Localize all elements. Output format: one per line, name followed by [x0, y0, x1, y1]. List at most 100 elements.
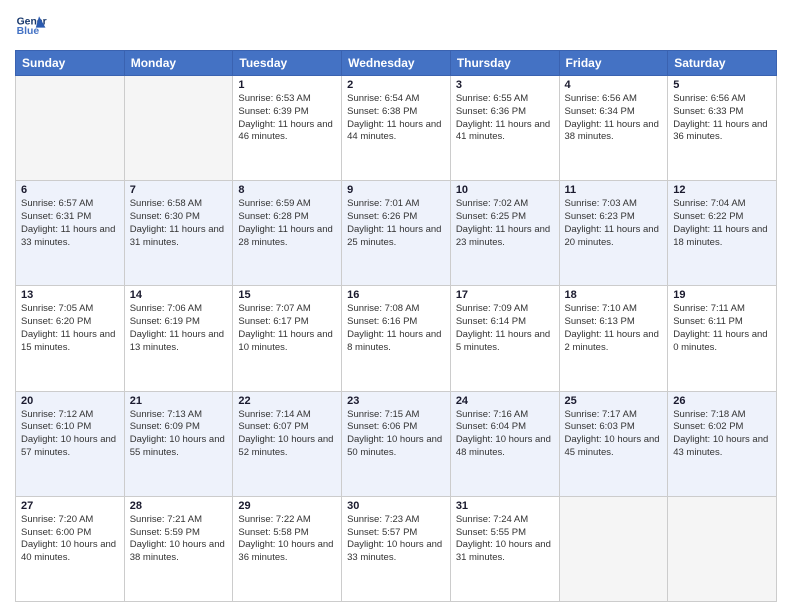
table-row: 27Sunrise: 7:20 AMSunset: 6:00 PMDayligh…: [16, 496, 125, 601]
day-details: Sunrise: 7:09 AMSunset: 6:14 PMDaylight:…: [456, 303, 554, 354]
table-row: 8 Sunrise: 6:59 AMSunset: 6:28 PMDaylight…: [233, 181, 342, 286]
table-row: 10 Sunrise: 7:02 AMSunset: 6:25 PMDayligh…: [450, 181, 559, 286]
day-number: 16: [347, 289, 445, 301]
day-details: Sunrise: 6:57 AMSunset: 6:31 PMDaylight:…: [21, 198, 119, 249]
day-number: 3: [456, 79, 554, 91]
table-row: 30 Sunrise: 7:23 AMSunset: 5:57 PMDayligh…: [342, 496, 451, 601]
table-row: 6 Sunrise: 6:57 AMSunset: 6:31 PMDaylight…: [16, 181, 125, 286]
day-details: Sunrise: 7:18 AMSunset: 6:02 PMDaylight:…: [673, 409, 771, 460]
calendar-table: Sunday Monday Tuesday Wednesday Thursday…: [15, 50, 777, 602]
table-row: 22Sunrise: 7:14 AMSunset: 6:07 PMDayligh…: [233, 391, 342, 496]
day-details: Sunrise: 7:24 AMSunset: 5:55 PMDaylight:…: [456, 514, 554, 565]
day-number: 29: [238, 500, 336, 512]
table-row: 20Sunrise: 7:12 AMSunset: 6:10 PMDayligh…: [16, 391, 125, 496]
day-number: 31: [456, 500, 554, 512]
table-row: 4 Sunrise: 6:56 AMSunset: 6:34 PMDaylight…: [559, 76, 668, 181]
day-details: Sunrise: 7:02 AMSunset: 6:25 PMDaylight:…: [456, 198, 554, 249]
day-details: Sunrise: 7:06 AMSunset: 6:19 PMDaylight:…: [130, 303, 228, 354]
day-details: Sunrise: 6:59 AMSunset: 6:28 PMDaylight:…: [238, 198, 336, 249]
table-row: 9Sunrise: 7:01 AMSunset: 6:26 PMDaylight…: [342, 181, 451, 286]
table-row: [16, 76, 125, 181]
day-details: Sunrise: 6:54 AMSunset: 6:38 PMDaylight:…: [347, 93, 445, 144]
day-number: 23: [347, 395, 445, 407]
day-details: Sunrise: 7:11 AMSunset: 6:11 PMDaylight:…: [673, 303, 771, 354]
calendar-week-row: 6 Sunrise: 6:57 AMSunset: 6:31 PMDaylight…: [16, 181, 777, 286]
table-row: 15Sunrise: 7:07 AMSunset: 6:17 PMDayligh…: [233, 286, 342, 391]
table-row: 19 Sunrise: 7:11 AMSunset: 6:11 PMDayligh…: [668, 286, 777, 391]
day-number: 5: [673, 79, 771, 91]
col-monday: Monday: [124, 51, 233, 76]
day-details: Sunrise: 7:15 AMSunset: 6:06 PMDaylight:…: [347, 409, 445, 460]
day-number: 15: [238, 289, 336, 301]
day-details: Sunrise: 6:53 AMSunset: 6:39 PMDaylight:…: [238, 93, 336, 144]
table-row: 23 Sunrise: 7:15 AMSunset: 6:06 PMDayligh…: [342, 391, 451, 496]
table-row: [559, 496, 668, 601]
day-number: 13: [21, 289, 119, 301]
day-details: Sunrise: 6:56 AMSunset: 6:34 PMDaylight:…: [565, 93, 663, 144]
col-saturday: Saturday: [668, 51, 777, 76]
table-row: 26 Sunrise: 7:18 AMSunset: 6:02 PMDayligh…: [668, 391, 777, 496]
day-details: Sunrise: 7:22 AMSunset: 5:58 PMDaylight:…: [238, 514, 336, 565]
logo-icon: General Blue: [15, 10, 47, 42]
table-row: 17 Sunrise: 7:09 AMSunset: 6:14 PMDayligh…: [450, 286, 559, 391]
table-row: 29 Sunrise: 7:22 AMSunset: 5:58 PMDayligh…: [233, 496, 342, 601]
day-details: Sunrise: 7:17 AMSunset: 6:03 PMDaylight:…: [565, 409, 663, 460]
table-row: 25 Sunrise: 7:17 AMSunset: 6:03 PMDayligh…: [559, 391, 668, 496]
day-number: 12: [673, 184, 771, 196]
day-details: Sunrise: 7:04 AMSunset: 6:22 PMDaylight:…: [673, 198, 771, 249]
day-number: 30: [347, 500, 445, 512]
table-row: 31 Sunrise: 7:24 AMSunset: 5:55 PMDayligh…: [450, 496, 559, 601]
day-number: 10: [456, 184, 554, 196]
day-number: 14: [130, 289, 228, 301]
table-row: 7 Sunrise: 6:58 AMSunset: 6:30 PMDaylight…: [124, 181, 233, 286]
day-number: 11: [565, 184, 663, 196]
col-sunday: Sunday: [16, 51, 125, 76]
col-friday: Friday: [559, 51, 668, 76]
day-number: 18: [565, 289, 663, 301]
table-row: 5 Sunrise: 6:56 AMSunset: 6:33 PMDaylight…: [668, 76, 777, 181]
table-row: 24Sunrise: 7:16 AMSunset: 6:04 PMDayligh…: [450, 391, 559, 496]
header: General Blue: [15, 10, 777, 42]
day-details: Sunrise: 7:21 AMSunset: 5:59 PMDaylight:…: [130, 514, 228, 565]
svg-text:Blue: Blue: [17, 26, 40, 37]
day-number: 26: [673, 395, 771, 407]
day-details: Sunrise: 7:01 AMSunset: 6:26 PMDaylight:…: [347, 198, 445, 249]
day-number: 19: [673, 289, 771, 301]
day-number: 21: [130, 395, 228, 407]
table-row: 28 Sunrise: 7:21 AMSunset: 5:59 PMDayligh…: [124, 496, 233, 601]
col-tuesday: Tuesday: [233, 51, 342, 76]
day-number: 25: [565, 395, 663, 407]
calendar-header-row: Sunday Monday Tuesday Wednesday Thursday…: [16, 51, 777, 76]
logo: General Blue: [15, 10, 51, 42]
day-details: Sunrise: 6:55 AMSunset: 6:36 PMDaylight:…: [456, 93, 554, 144]
day-number: 8: [238, 184, 336, 196]
day-details: Sunrise: 7:08 AMSunset: 6:16 PMDaylight:…: [347, 303, 445, 354]
day-details: Sunrise: 7:10 AMSunset: 6:13 PMDaylight:…: [565, 303, 663, 354]
day-details: Sunrise: 7:13 AMSunset: 6:09 PMDaylight:…: [130, 409, 228, 460]
col-wednesday: Wednesday: [342, 51, 451, 76]
day-details: Sunrise: 7:16 AMSunset: 6:04 PMDaylight:…: [456, 409, 554, 460]
day-number: 17: [456, 289, 554, 301]
col-thursday: Thursday: [450, 51, 559, 76]
table-row: 12 Sunrise: 7:04 AMSunset: 6:22 PMDayligh…: [668, 181, 777, 286]
day-number: 27: [21, 500, 119, 512]
table-row: 3 Sunrise: 6:55 AMSunset: 6:36 PMDaylight…: [450, 76, 559, 181]
table-row: 2 Sunrise: 6:54 AMSunset: 6:38 PMDaylight…: [342, 76, 451, 181]
day-number: 7: [130, 184, 228, 196]
day-details: Sunrise: 7:23 AMSunset: 5:57 PMDaylight:…: [347, 514, 445, 565]
day-number: 4: [565, 79, 663, 91]
day-details: Sunrise: 7:03 AMSunset: 6:23 PMDaylight:…: [565, 198, 663, 249]
calendar-week-row: 13 Sunrise: 7:05 AMSunset: 6:20 PMDayligh…: [16, 286, 777, 391]
day-details: Sunrise: 7:05 AMSunset: 6:20 PMDaylight:…: [21, 303, 119, 354]
day-number: 1: [238, 79, 336, 91]
day-details: Sunrise: 6:58 AMSunset: 6:30 PMDaylight:…: [130, 198, 228, 249]
calendar-week-row: 20Sunrise: 7:12 AMSunset: 6:10 PMDayligh…: [16, 391, 777, 496]
day-number: 28: [130, 500, 228, 512]
table-row: 14 Sunrise: 7:06 AMSunset: 6:19 PMDayligh…: [124, 286, 233, 391]
day-number: 6: [21, 184, 119, 196]
day-number: 20: [21, 395, 119, 407]
day-details: Sunrise: 6:56 AMSunset: 6:33 PMDaylight:…: [673, 93, 771, 144]
day-number: 2: [347, 79, 445, 91]
calendar-week-row: 27Sunrise: 7:20 AMSunset: 6:00 PMDayligh…: [16, 496, 777, 601]
table-row: 18 Sunrise: 7:10 AMSunset: 6:13 PMDayligh…: [559, 286, 668, 391]
